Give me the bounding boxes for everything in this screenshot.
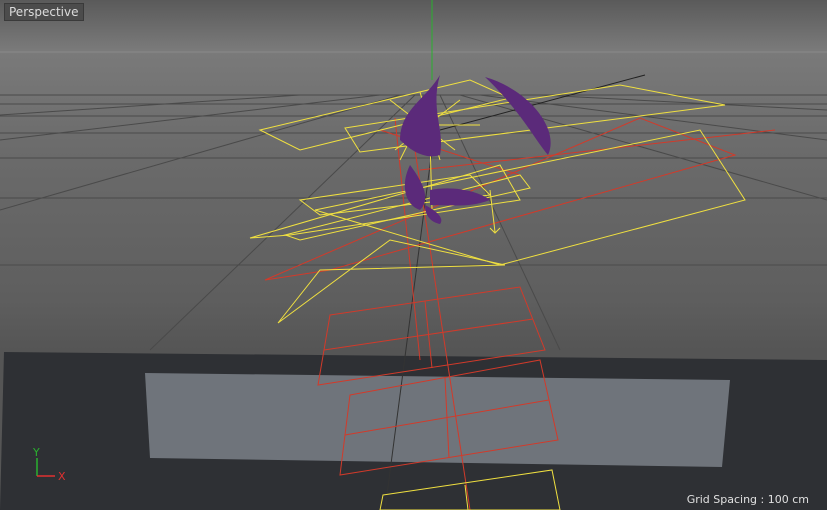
scene-canvas[interactable]: Y X (0, 0, 827, 510)
viewport-label[interactable]: Perspective (4, 3, 84, 21)
purple-mesh (400, 75, 551, 224)
perspective-viewport[interactable]: Y X Perspective Grid Spacing : 100 cm (0, 0, 827, 510)
back-panel (145, 373, 730, 467)
grid-spacing-label: Grid Spacing : 100 cm (686, 493, 809, 506)
gizmo-y-label: Y (32, 446, 40, 459)
gizmo-x-label: X (58, 470, 66, 483)
